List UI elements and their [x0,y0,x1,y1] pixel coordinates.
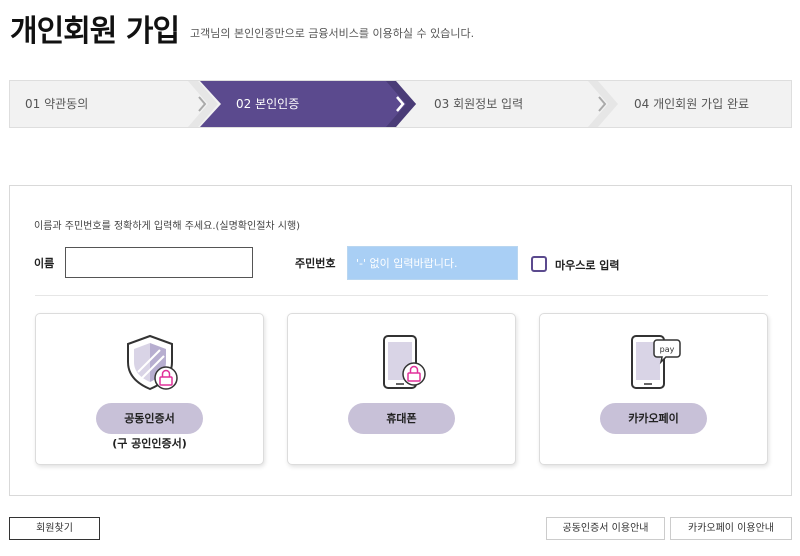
phone-pay-icon: pay [630,335,681,389]
certificate-guide-button[interactable]: 공동인증서 이용안내 [546,517,665,540]
name-input[interactable] [65,247,253,278]
step-separator-icon [188,81,218,127]
step-separator-icon [386,81,416,127]
page-title: 개인회원 가입 [10,14,180,49]
step-separator-icon [588,81,618,127]
rrn-input[interactable] [347,246,518,280]
phone-auth-button[interactable]: 휴대폰 [348,403,455,434]
page-subtitle: 고객님의 본인인증만으로 금융서비스를 이용하실 수 있습니다. [190,27,475,40]
verification-notice: 이름과 주민번호를 정확하게 입력해 주세요.(실명확인절차 시행) [34,221,301,232]
step-progress: 01 약관동의 02 본인인증 03 회원정보 입력 04 개인회원 가입 완료 [9,80,792,128]
certificate-auth-card[interactable]: 공동인증서 (구 공인인증서) [35,313,264,465]
step-3-member-info: 03 회원정보 입력 [434,97,524,111]
divider [35,295,768,296]
shield-lock-icon [126,334,178,391]
step-2-verification: 02 본인인증 [236,97,300,111]
mouse-input-label[interactable]: 마우스로 입력 [555,257,620,273]
phone-auth-card[interactable]: 휴대폰 [287,313,516,465]
certificate-auth-sublabel: (구 공인인증서) [112,437,187,450]
step-4-complete: 04 개인회원 가입 완료 [634,97,750,111]
name-label: 이름 [34,257,55,270]
rrn-label: 주민번호 [295,257,336,270]
mouse-input-checkbox[interactable] [531,256,547,272]
kakaopay-auth-card[interactable]: pay 카카오페이 [539,313,768,465]
phone-lock-icon [382,335,426,389]
svg-text:pay: pay [659,345,674,354]
verification-panel: 이름과 주민번호를 정확하게 입력해 주세요.(실명확인절차 시행) 이름 주민… [9,185,792,496]
kakaopay-guide-button[interactable]: 카카오페이 이용안내 [670,517,792,540]
step-1-terms: 01 약관동의 [25,97,89,111]
kakaopay-auth-button[interactable]: 카카오페이 [600,403,707,434]
find-member-button[interactable]: 회원찾기 [9,517,100,540]
certificate-auth-button[interactable]: 공동인증서 [96,403,203,434]
